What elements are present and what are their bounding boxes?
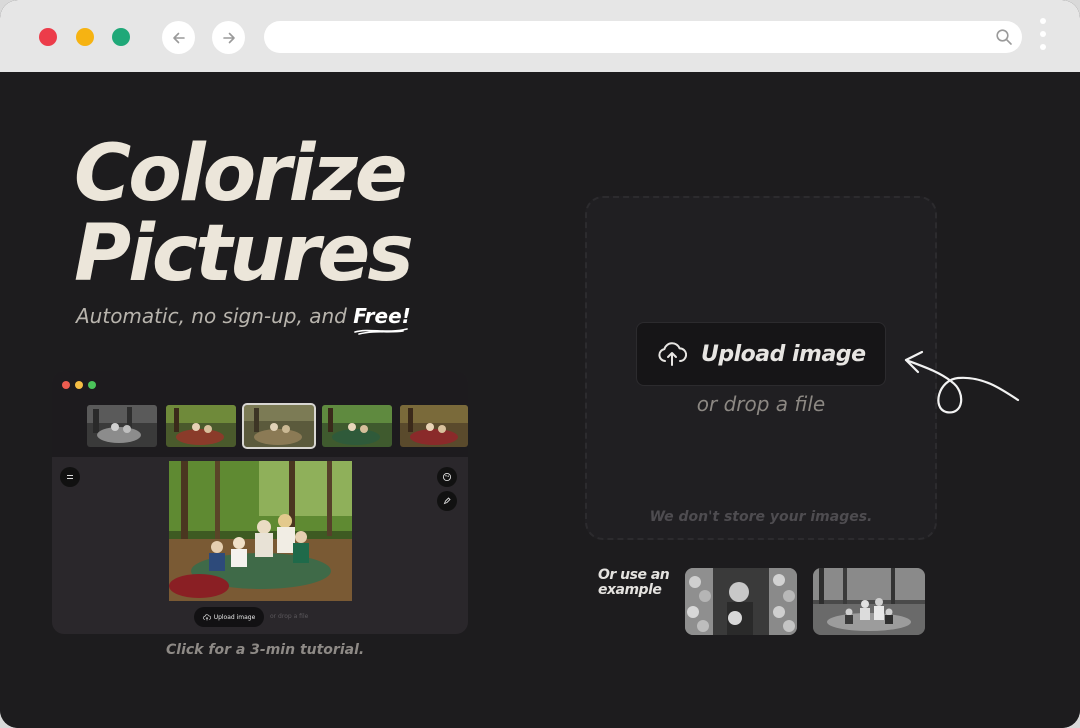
kebab-icon[interactable] bbox=[1038, 18, 1048, 54]
example-image-picnic[interactable] bbox=[813, 568, 925, 635]
upload-cloud-icon bbox=[657, 340, 687, 368]
close-window-button[interactable] bbox=[39, 28, 57, 46]
arrow-left-icon bbox=[172, 32, 185, 43]
preview-drop-text: or drop a file bbox=[270, 613, 309, 620]
preview-thumbnail bbox=[166, 405, 236, 447]
tutorial-preview[interactable]: Upload image or drop a file bbox=[52, 371, 468, 634]
palette-icon bbox=[442, 472, 452, 482]
preview-colorized-photo bbox=[169, 461, 352, 601]
preview-dot-yellow bbox=[75, 381, 83, 389]
search-icon[interactable] bbox=[995, 28, 1013, 46]
preview-thumbnail-selected bbox=[242, 403, 316, 449]
preview-thumbnail bbox=[400, 405, 468, 447]
address-bar[interactable] bbox=[264, 21, 1022, 53]
forward-button[interactable] bbox=[212, 21, 245, 54]
title-line-1: Colorize bbox=[74, 129, 408, 219]
preview-header bbox=[52, 371, 468, 457]
preview-upload-button: Upload image bbox=[194, 607, 264, 627]
examples-label: Or use an example bbox=[598, 567, 670, 598]
preview-dot-red bbox=[62, 381, 70, 389]
page-title: Colorize Pictures bbox=[74, 129, 414, 299]
preview-palette-button bbox=[437, 467, 457, 487]
examples-label-line-2: example bbox=[598, 582, 662, 598]
tagline: Automatic, no sign-up, and Free! bbox=[76, 304, 411, 335]
upload-image-label: Upload image bbox=[701, 341, 866, 367]
minimize-window-button[interactable] bbox=[76, 28, 94, 46]
drop-file-text: or drop a file bbox=[696, 392, 826, 416]
maximize-window-button[interactable] bbox=[112, 28, 130, 46]
tagline-free: Free! bbox=[353, 304, 411, 335]
back-button[interactable] bbox=[162, 21, 195, 54]
preview-thumbnail bbox=[322, 405, 392, 447]
title-line-2: Pictures bbox=[74, 209, 414, 299]
underline-squiggle-icon bbox=[354, 328, 408, 335]
example-image-portrait[interactable] bbox=[685, 568, 797, 635]
upload-cloud-icon bbox=[202, 613, 211, 620]
page-content: Colorize Pictures Automatic, no sign-up,… bbox=[0, 72, 1080, 728]
preview-upload-label: Upload image bbox=[213, 613, 256, 621]
preview-dot-green bbox=[88, 381, 96, 389]
hand-drawn-arrow-icon bbox=[904, 350, 1020, 414]
preview-pencil-button bbox=[437, 491, 457, 511]
preview-thumbnail bbox=[87, 405, 157, 447]
examples-label-line-1: Or use an bbox=[598, 567, 670, 583]
browser-window: Colorize Pictures Automatic, no sign-up,… bbox=[0, 0, 1080, 728]
pencil-icon bbox=[443, 497, 451, 505]
browser-toolbar bbox=[0, 0, 1080, 72]
privacy-note: We don't store your images. bbox=[649, 509, 873, 525]
tagline-text: Automatic, no sign-up, and bbox=[76, 304, 354, 328]
menu-icon bbox=[67, 475, 73, 479]
tagline-free-text: Free! bbox=[353, 304, 411, 328]
arrow-right-icon bbox=[222, 32, 235, 43]
preview-menu-button bbox=[60, 467, 80, 487]
upload-image-button[interactable]: Upload image bbox=[636, 322, 886, 386]
tutorial-caption[interactable]: Click for a 3-min tutorial. bbox=[166, 642, 364, 658]
